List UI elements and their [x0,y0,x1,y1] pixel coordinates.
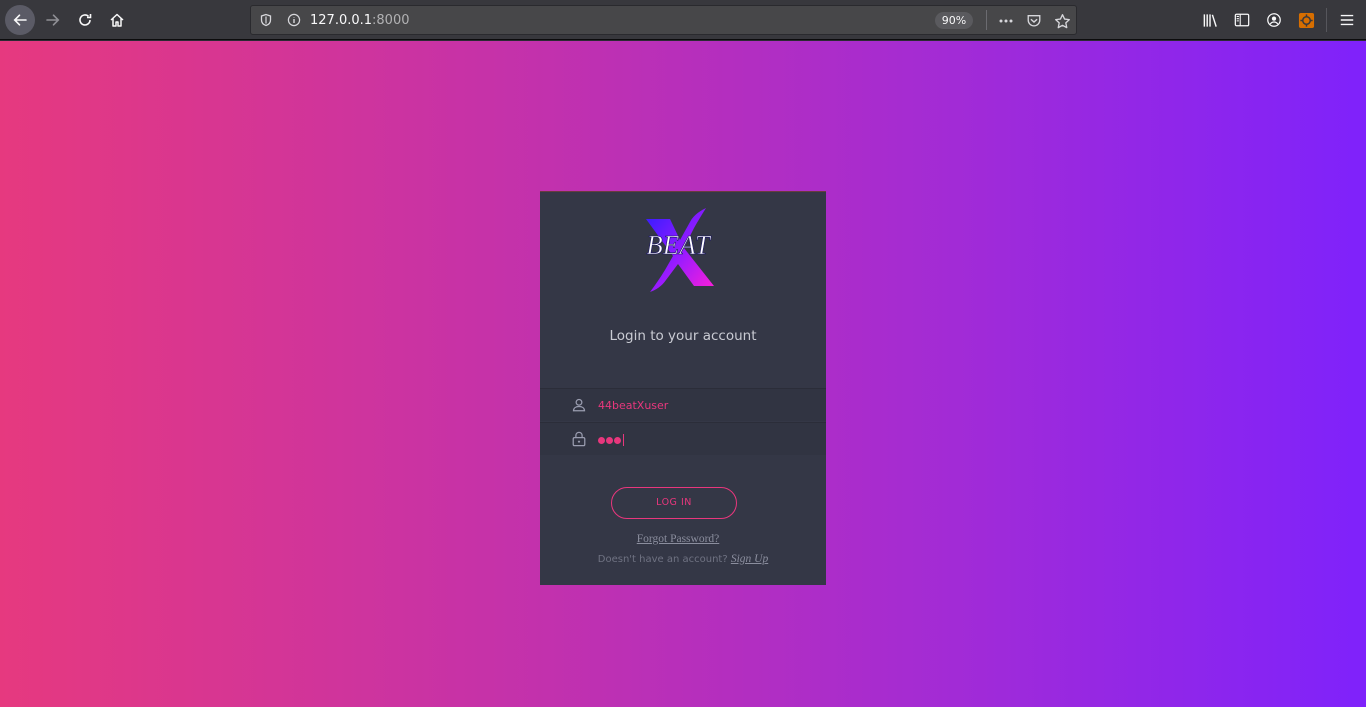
back-button[interactable] [5,5,35,35]
lock-icon [570,430,588,448]
text-caret [623,434,624,446]
password-field[interactable] [540,422,826,455]
password-input[interactable] [598,434,624,446]
login-button[interactable]: LOG IN [611,487,737,519]
beatx-logo: BEAT [646,208,714,292]
hamburger-menu-icon[interactable] [1338,11,1356,29]
sidebar-toggle-icon[interactable] [1233,11,1251,29]
arrow-left-icon [13,14,27,26]
shield-icon[interactable] [259,13,273,27]
page-background: BEAT Login to your account 44beatXuser L… [0,41,1366,707]
url-divider [986,10,987,30]
login-title: Login to your account [609,328,757,344]
password-dot [614,436,621,444]
forward-button[interactable] [39,6,67,34]
reload-icon [79,14,92,26]
signup-link[interactable]: Sign Up [731,553,768,565]
library-icon[interactable] [1201,11,1219,29]
account-icon[interactable] [1265,11,1283,29]
login-card: BEAT Login to your account 44beatXuser L… [540,191,826,585]
address-bar[interactable]: 127.0.0.1:8000 90% [250,5,1077,35]
signup-line: Doesn't have an account? Sign Up [540,553,826,565]
forgot-password-link[interactable]: Forgot Password? [540,533,816,545]
user-icon [570,396,588,414]
page-actions-icon[interactable] [997,12,1015,30]
toolbar-divider [1326,8,1327,32]
bookmark-star-icon[interactable] [1053,12,1071,30]
zoom-badge[interactable]: 90% [935,12,973,29]
url-host: 127.0.0.1 [310,13,373,28]
password-dot [598,436,605,444]
url-text[interactable]: 127.0.0.1:8000 [310,13,410,28]
reload-button[interactable] [71,6,99,34]
arrow-right-icon [46,14,60,26]
browser-toolbar: 127.0.0.1:8000 90% [0,0,1366,40]
info-icon[interactable] [287,13,301,27]
extension-icon[interactable] [1297,11,1315,29]
pocket-icon[interactable] [1025,12,1043,30]
home-button[interactable] [103,6,131,34]
username-input[interactable]: 44beatXuser [598,399,668,412]
beatx-logo-text: BEAT [646,230,711,260]
username-field[interactable]: 44beatXuser [540,388,826,421]
password-dot [606,436,613,444]
signup-prompt: Doesn't have an account? [597,554,728,565]
home-icon [110,13,124,27]
url-port: :8000 [372,13,410,28]
